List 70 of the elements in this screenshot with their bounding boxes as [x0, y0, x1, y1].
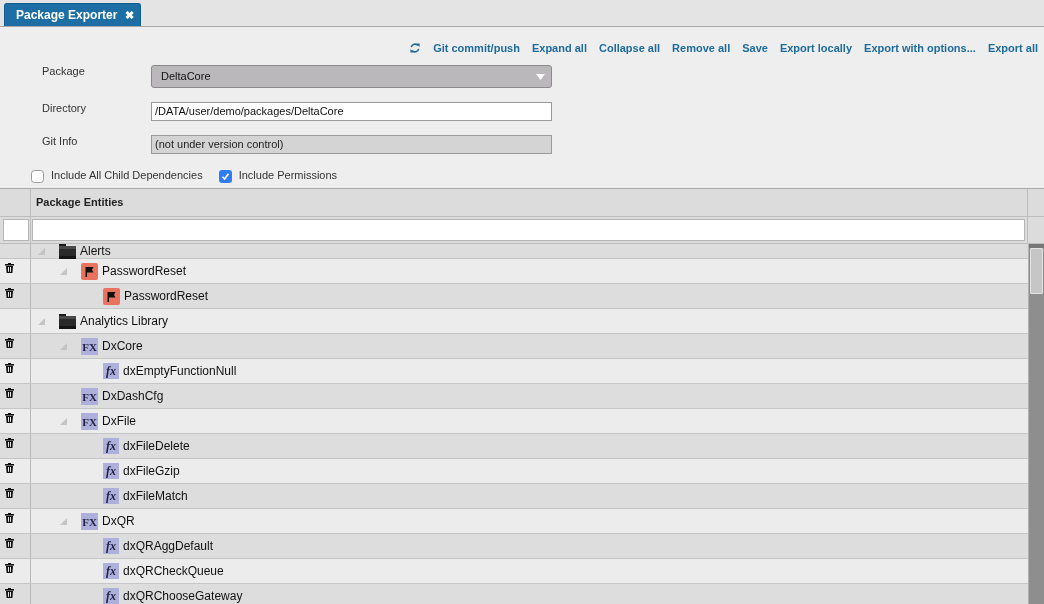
toolbar-link[interactable]: Collapse all — [598, 39, 661, 57]
folder-icon — [59, 313, 76, 329]
scrollbar[interactable] — [1028, 244, 1044, 604]
tree-item[interactable]: dxFileDelete — [123, 438, 190, 454]
tree-item[interactable]: dxFileGzip — [123, 463, 180, 479]
tree-item[interactable]: Analytics Library — [80, 313, 169, 329]
tree-item[interactable]: DxQR — [102, 513, 135, 529]
tree-item[interactable]: dxQRChooseGateway — [123, 588, 243, 604]
function-icon: fx — [103, 588, 119, 604]
filter-field[interactable] — [32, 219, 1025, 241]
trash-icon[interactable] — [5, 288, 14, 298]
toolbar-link[interactable]: Export all — [987, 39, 1038, 57]
trash-icon[interactable] — [5, 488, 14, 498]
toolbar-link[interactable]: Export with options... — [864, 39, 976, 57]
function-group-icon: FX — [81, 412, 98, 430]
toolbar-link[interactable]: Git commit/push — [433, 39, 520, 57]
scrollbar-thumb[interactable] — [1030, 248, 1043, 294]
tree-item[interactable]: PasswordReset — [102, 263, 187, 279]
close-button[interactable]: ✖ — [125, 9, 135, 21]
filter-field[interactable] — [3, 219, 29, 241]
flag-icon — [103, 287, 120, 305]
trash-icon[interactable] — [5, 588, 14, 598]
function-icon: fx — [103, 463, 119, 479]
trash-icon[interactable] — [5, 438, 14, 448]
toolbar-link[interactable]: Remove all — [672, 39, 731, 57]
checkbox-label: Include All Child Dependencies — [51, 168, 203, 184]
tab[interactable]: Package Exporter ✖ — [4, 3, 142, 26]
package-select[interactable]: DeltaCore — [151, 65, 552, 88]
trash-icon[interactable] — [5, 413, 14, 423]
trash-icon[interactable] — [5, 388, 14, 398]
tree-item[interactable]: PasswordReset — [124, 288, 209, 304]
function-icon: fx — [103, 438, 119, 454]
tree-item[interactable]: Alerts — [80, 244, 111, 259]
field-label: Directory — [42, 102, 87, 115]
toolbar-link[interactable]: Export locally — [779, 39, 853, 57]
tree-item[interactable]: DxFile — [102, 413, 136, 429]
toolbar-link[interactable]: Expand all — [531, 39, 587, 57]
function-group-icon: FX — [81, 337, 98, 355]
toolbar-link[interactable]: Save — [742, 39, 768, 57]
function-group-icon: FX — [81, 512, 98, 530]
trash-icon[interactable] — [5, 263, 14, 273]
column-header: Package Entities — [36, 195, 124, 211]
function-icon: fx — [103, 363, 119, 379]
flag-icon — [81, 262, 98, 280]
tree-item[interactable]: dxQRAggDefault — [123, 538, 214, 554]
caret-icon — [536, 73, 545, 80]
git-info-field: (not under version control) — [151, 135, 552, 154]
tree-item[interactable]: DxDashCfg — [102, 388, 164, 404]
function-icon: fx — [103, 488, 119, 504]
checkbox[interactable] — [218, 170, 232, 183]
trash-icon[interactable] — [5, 563, 14, 573]
trash-icon[interactable] — [5, 463, 14, 473]
checkbox[interactable] — [31, 170, 44, 183]
trash-icon[interactable] — [5, 338, 14, 348]
function-icon: fx — [103, 563, 119, 579]
folder-icon — [59, 244, 76, 259]
tree-item[interactable]: dxFileMatch — [123, 488, 188, 504]
field-label: Package — [42, 65, 86, 78]
tree-item[interactable]: dxEmptyFunctionNull — [123, 363, 237, 379]
tree-item[interactable]: DxCore — [102, 338, 143, 354]
function-icon: fx — [103, 538, 119, 554]
checkbox-label: Include Permissions — [238, 168, 338, 184]
trash-icon[interactable] — [5, 513, 14, 523]
trash-icon[interactable] — [5, 538, 14, 548]
field-label: Git Info — [42, 135, 79, 148]
trash-icon[interactable] — [5, 363, 14, 373]
tree-item[interactable]: dxQRCheckQueue — [123, 563, 224, 579]
function-group-icon: FX — [81, 387, 98, 405]
directory-field[interactable]: /DATA/user/demo/packages/DeltaCore — [151, 102, 552, 121]
refresh-icon[interactable] — [410, 43, 421, 53]
